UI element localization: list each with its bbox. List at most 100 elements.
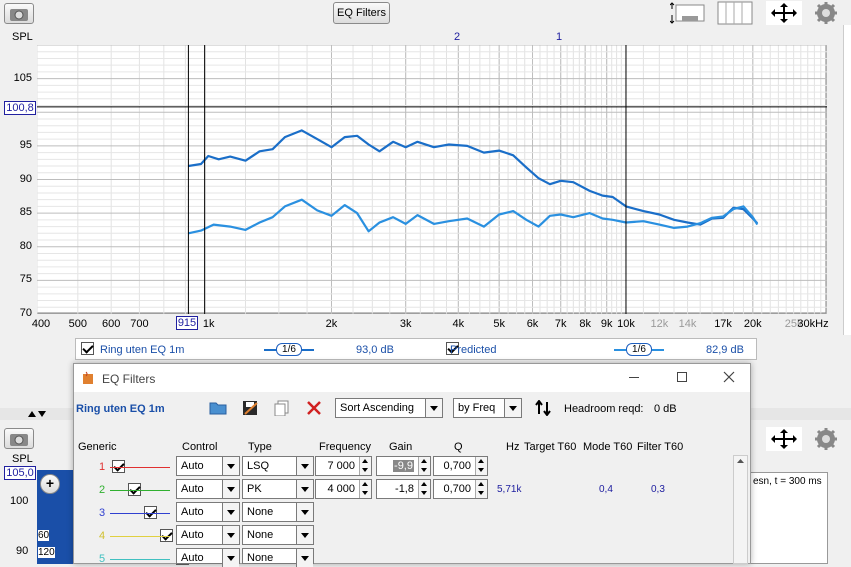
maximize-button[interactable] [677,372,687,382]
spl-axis-title: SPL [12,31,33,43]
x-tick-label: 17k [714,318,732,330]
cursor-freq-readout: 915 [176,316,198,330]
x-tick-label: 700 [130,318,149,330]
col-frequency: Frequency [319,441,371,453]
lower-y-tick: 90 [16,545,29,557]
filter-5-type[interactable]: None [242,548,314,567]
x-tick-label: 500 [68,318,88,330]
frequency-response-graph[interactable] [37,45,827,314]
legend-name-measurement: Ring uten EQ 1m [100,344,185,356]
col-filter-t60: Filter T60 [637,441,684,453]
filter-2-frequency[interactable]: 4 000 [315,479,372,499]
filter-5-color-line [110,559,170,560]
lower-camera-button[interactable] [4,428,34,449]
x-tick-label: 7k [554,318,567,330]
filter-1-color-line [110,467,170,468]
filter-1-q[interactable]: 0,700 [433,456,488,476]
eq-filters-button[interactable]: EQ Filters [333,2,390,24]
col-mode-t60: Mode T60 [583,441,633,453]
columns-icon[interactable] [717,1,753,25]
x-tick-label: 10k [617,318,635,330]
dialog-scrollbar[interactable] [733,455,748,564]
filter-5-control[interactable]: Auto [176,548,240,567]
filter-3-control[interactable]: Auto [176,502,240,522]
x-tick-label: 20k [743,318,762,330]
x-tick-label: 4k [452,318,465,330]
scroll-up-icon[interactable] [734,456,747,466]
x-tick-label: 3k [399,318,412,330]
sort-order-dropdown[interactable]: Sort Ascending [335,398,443,418]
copy-icon[interactable] [273,400,291,416]
camera-icon [10,9,28,21]
lower-cursor-readout: 105,0 [4,466,36,480]
col-target-t60: Target T60 [524,441,577,453]
delete-icon[interactable] [306,400,322,416]
filter-2-type[interactable]: PK [242,479,314,499]
filter-3-type[interactable]: None [242,502,314,522]
y-tick-label: 95 [19,138,32,151]
smoothing-button-measurement[interactable]: 1/6 [276,343,302,356]
filter-1-number: 1 [99,461,106,473]
right-scrollbar[interactable] [843,25,851,335]
close-icon[interactable] [723,371,735,383]
filter-1-type[interactable]: LSQ [242,456,314,476]
java-icon [83,371,93,384]
x-tick-label: 600 [102,318,121,330]
y-tick-label: 85 [19,206,32,219]
marker-1: 1 [556,31,563,43]
col-control: Control [182,441,218,453]
y-tick-label: 70 [19,307,32,319]
open-folder-icon[interactable] [209,400,227,416]
filter-1-gain[interactable]: -9,9 [376,456,431,476]
filter-2-hz: 5,71k [497,484,522,495]
legend-checkbox-measurement[interactable] [81,342,94,355]
legend-name-predicted: Predicted [450,344,497,356]
filter-4-color-line [110,536,170,537]
lower-fit-arrows-icon[interactable] [766,427,802,451]
filter-2-color-line [110,490,170,491]
minimize-button[interactable] [629,377,639,378]
lower-y-tick: 100 [10,495,29,507]
fit-arrows-icon[interactable] [766,1,802,25]
layout-icon[interactable] [669,1,706,25]
col-gain: Gain [389,441,413,453]
filter-2-gain[interactable]: -1,8 [376,479,431,499]
y-tick-label: 90 [19,172,32,185]
mini-label: 60 [38,530,50,541]
lower-gear-icon[interactable] [814,428,838,450]
filter-2-q[interactable]: 0,700 [433,479,488,499]
x-tick-label: 6k [526,318,539,330]
x-tick-label: 5k [493,318,505,330]
y-tick-label: 75 [19,273,32,286]
headroom-value: 0 dB [654,403,677,415]
gear-icon[interactable] [814,2,838,24]
save-icon[interactable] [242,400,260,416]
x-tick-label: 14k [678,318,697,330]
filter-2-filter-t60: 0,3 [651,484,665,495]
sort-order-value: Sort Ascending [340,402,414,414]
sort-by-dropdown[interactable]: by Freq [453,398,522,418]
filter-1-control[interactable]: Auto [176,456,240,476]
col-q: Q [454,441,463,453]
zoom-in-button[interactable]: + [40,474,60,494]
lower-right-graph[interactable]: esn, t = 300 ms [750,472,828,564]
sort-arrows-icon[interactable] [535,400,551,416]
filter-2-mode-t60: 0,4 [599,484,613,495]
x-tick-label: 30kHz [797,318,829,330]
collapse-arrows-icon[interactable] [27,410,51,418]
smoothing-button-predicted[interactable]: 1/6 [626,343,652,356]
col-hz: Hz [506,441,520,453]
filter-2-control[interactable]: Auto [176,479,240,499]
measurement-name: Ring uten EQ 1m [76,403,165,415]
filter-4-type[interactable]: None [242,525,314,545]
filter-4-number: 4 [99,530,106,542]
camera-button[interactable] [4,3,34,24]
dialog-title: EQ Filters [102,372,156,386]
x-tick-label: 9k [600,318,613,330]
filter-4-control[interactable]: Auto [176,525,240,545]
headroom-label: Headroom reqd: [564,403,644,415]
dialog-titlebar[interactable]: EQ Filters [74,364,750,392]
x-tick-label: 400 [31,318,51,330]
x-tick-label: 12k [650,318,669,330]
filter-1-frequency[interactable]: 7 000 [315,456,372,476]
